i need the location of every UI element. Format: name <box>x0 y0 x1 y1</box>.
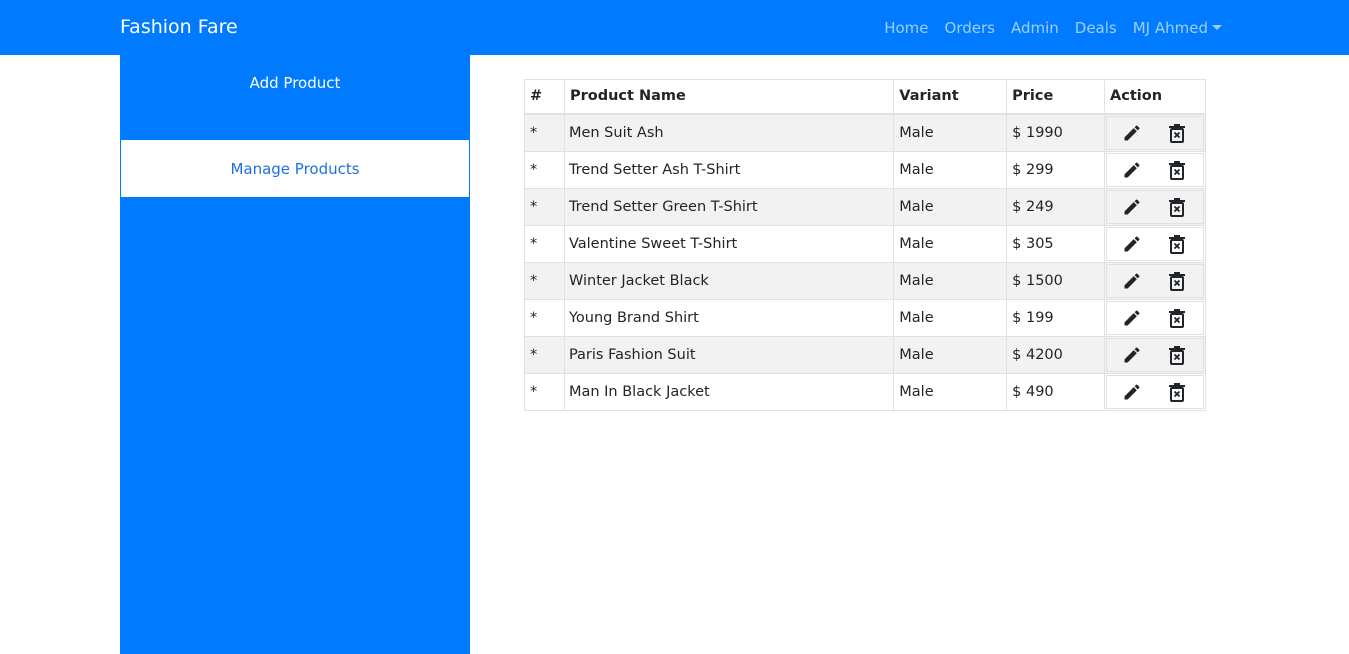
product-name-cell: Man In Black Jacket <box>563 372 895 411</box>
trash-icon[interactable] <box>1167 234 1187 254</box>
price-cell: $ 199 <box>1006 298 1106 337</box>
product-name-cell: Men Suit Ash <box>563 113 895 152</box>
table-body: * Men Suit Ash Male $ 1990 * Trend Setter Ash… <box>524 113 1206 411</box>
variant-cell: Male <box>893 187 1008 226</box>
action-cell <box>1104 224 1206 263</box>
table-row: * Trend Setter Green T-Shirt Male $ 249 <box>524 187 1206 226</box>
nav-link-orders[interactable]: Orders <box>945 19 995 37</box>
trash-icon[interactable] <box>1167 382 1187 402</box>
table-row: * Men Suit Ash Male $ 1990 <box>524 113 1206 152</box>
variant-cell: Male <box>893 372 1008 411</box>
price-cell: $ 249 <box>1006 187 1106 226</box>
sidebar-item-add-product[interactable]: Add Product <box>120 74 470 96</box>
products-table: # Product Name Variant Price Action * Men… <box>524 79 1206 411</box>
product-name-cell: Trend Setter Ash T-Shirt <box>563 150 895 189</box>
pencil-icon[interactable] <box>1122 234 1142 254</box>
sidebar-item-manage-products[interactable]: Manage Products <box>120 139 470 198</box>
row-marker: * <box>524 150 565 189</box>
admin-sidebar: Add Product Manage Products <box>120 55 470 654</box>
pencil-icon[interactable] <box>1122 123 1142 143</box>
pencil-icon[interactable] <box>1122 382 1142 402</box>
trash-icon[interactable] <box>1167 160 1187 180</box>
action-cell <box>1104 298 1206 337</box>
column-header-variant: Variant <box>893 79 1008 115</box>
price-cell: $ 490 <box>1006 372 1106 411</box>
price-cell: $ 4200 <box>1006 335 1106 374</box>
top-navbar: Fashion Fare Home Orders Admin Deals MJ … <box>0 0 1349 55</box>
nav-link-home[interactable]: Home <box>884 19 928 37</box>
products-table-container: # Product Name Variant Price Action * Men… <box>524 79 1206 411</box>
nav-links: Home Orders Admin Deals MJ Ahmed <box>868 0 1222 55</box>
action-group <box>1106 263 1204 298</box>
price-cell: $ 299 <box>1006 150 1106 189</box>
action-cell <box>1104 261 1206 300</box>
trash-icon[interactable] <box>1167 308 1187 328</box>
table-row: * Young Brand Shirt Male $ 199 <box>524 298 1206 337</box>
trash-icon[interactable] <box>1167 123 1187 143</box>
brand-logo-link[interactable]: Fashion Fare <box>120 14 238 40</box>
action-group <box>1106 374 1204 409</box>
table-row: * Valentine Sweet T-Shirt Male $ 305 <box>524 224 1206 263</box>
action-group <box>1106 300 1204 335</box>
action-group <box>1106 226 1204 261</box>
column-header-number: # <box>524 79 565 115</box>
product-name-cell: Young Brand Shirt <box>563 298 895 337</box>
variant-cell: Male <box>893 113 1008 152</box>
column-header-price: Price <box>1006 79 1106 115</box>
action-cell <box>1104 372 1206 411</box>
pencil-icon[interactable] <box>1122 308 1142 328</box>
trash-icon[interactable] <box>1167 271 1187 291</box>
row-marker: * <box>524 261 565 300</box>
action-group <box>1106 115 1204 150</box>
table-row: * Winter Jacket Black Male $ 1500 <box>524 261 1206 300</box>
variant-cell: Male <box>893 298 1008 337</box>
row-marker: * <box>524 113 565 152</box>
nav-link-admin[interactable]: Admin <box>1011 19 1059 37</box>
variant-cell: Male <box>893 224 1008 263</box>
column-header-action: Action <box>1104 79 1206 115</box>
product-name-cell: Valentine Sweet T-Shirt <box>563 224 895 263</box>
action-cell <box>1104 150 1206 189</box>
caret-down-icon <box>1212 25 1222 30</box>
table-header-row: # Product Name Variant Price Action <box>524 79 1206 115</box>
user-menu-dropdown[interactable]: MJ Ahmed <box>1133 19 1222 37</box>
table-row: * Trend Setter Ash T-Shirt Male $ 299 <box>524 150 1206 189</box>
action-group <box>1106 337 1204 372</box>
action-group <box>1106 152 1204 187</box>
product-name-cell: Trend Setter Green T-Shirt <box>563 187 895 226</box>
row-marker: * <box>524 298 565 337</box>
action-cell <box>1104 187 1206 226</box>
pencil-icon[interactable] <box>1122 345 1142 365</box>
variant-cell: Male <box>893 335 1008 374</box>
trash-icon[interactable] <box>1167 197 1187 217</box>
variant-cell: Male <box>893 150 1008 189</box>
action-cell <box>1104 335 1206 374</box>
nav-link-deals[interactable]: Deals <box>1075 19 1117 37</box>
pencil-icon[interactable] <box>1122 271 1142 291</box>
action-cell <box>1104 113 1206 152</box>
price-cell: $ 1990 <box>1006 113 1106 152</box>
price-cell: $ 305 <box>1006 224 1106 263</box>
user-menu-label: MJ Ahmed <box>1132 18 1208 37</box>
trash-icon[interactable] <box>1167 345 1187 365</box>
column-header-product-name: Product Name <box>563 79 895 115</box>
table-row: * Man In Black Jacket Male $ 490 <box>524 372 1206 411</box>
variant-cell: Male <box>893 261 1008 300</box>
row-marker: * <box>524 224 565 263</box>
action-group <box>1106 189 1204 224</box>
row-marker: * <box>524 372 565 411</box>
product-name-cell: Paris Fashion Suit <box>563 335 895 374</box>
row-marker: * <box>524 335 565 374</box>
price-cell: $ 1500 <box>1006 261 1106 300</box>
pencil-icon[interactable] <box>1122 197 1142 217</box>
product-name-cell: Winter Jacket Black <box>563 261 895 300</box>
table-row: * Paris Fashion Suit Male $ 4200 <box>524 335 1206 374</box>
pencil-icon[interactable] <box>1122 160 1142 180</box>
row-marker: * <box>524 187 565 226</box>
